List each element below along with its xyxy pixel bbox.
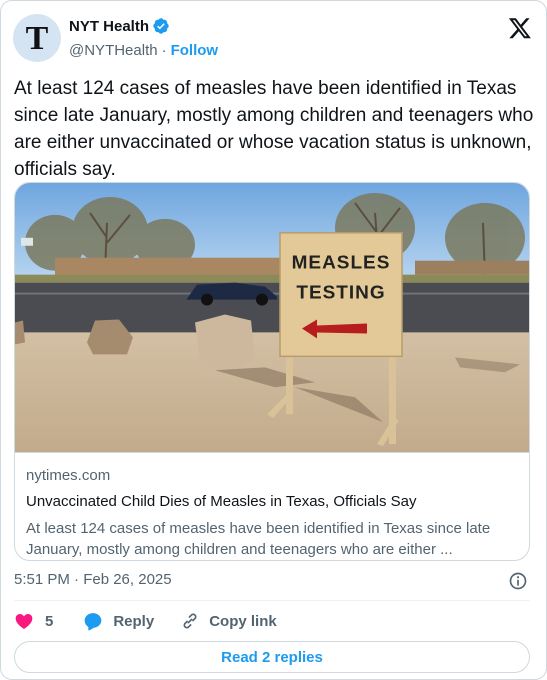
link-preview-card[interactable]: MEASLES TESTING nytimes.com Unvaccinated… [14, 182, 530, 561]
separator-dot: · [161, 41, 167, 59]
copy-link-label: Copy link [209, 612, 277, 630]
divider [14, 600, 530, 601]
tweet-header: T NYT Health @NYTHealth · Follow [13, 13, 534, 63]
speech-bubble-icon [85, 613, 102, 631]
verified-badge-icon [153, 18, 169, 34]
author-display-name[interactable]: NYT Health [69, 18, 149, 35]
heart-icon [15, 614, 33, 629]
timestamp-row: 5:51 PM · Feb 26, 2025 [14, 571, 530, 591]
link-title[interactable]: Unvaccinated Child Dies of Measles in Te… [26, 493, 520, 513]
link-description: At least 124 cases of measles have been … [26, 520, 491, 558]
author-handle[interactable]: @NYTHealth [69, 42, 158, 59]
x-logo-icon[interactable] [508, 16, 532, 40]
avatar-logo-letter: T [25, 20, 49, 57]
link-icon [183, 613, 197, 629]
link-preview-meta: nytimes.com Unvaccinated Child Dies of M… [26, 467, 520, 560]
author-info: NYT Health @NYTHealth · Follow [69, 16, 218, 61]
like-count: 5 [45, 612, 54, 630]
info-icon[interactable] [508, 571, 528, 591]
reply-button[interactable]: Reply [83, 611, 154, 631]
tweet-embed-card: T NYT Health @NYTHealth · Follow At leas… [0, 0, 547, 680]
tweet-text: At least 124 cases of measles have been … [14, 78, 534, 180]
reply-label: Reply [113, 612, 155, 630]
like-button[interactable]: 5 [14, 611, 53, 631]
sign-text-line1: MEASLES [292, 253, 391, 274]
article-photo[interactable]: MEASLES TESTING [15, 183, 530, 453]
sign-text-line2: TESTING [296, 283, 385, 304]
link-domain: nytimes.com [26, 467, 111, 484]
tweet-actions: 5 Reply Copy link [14, 609, 277, 633]
follow-button[interactable]: Follow [171, 42, 219, 59]
read-replies-button[interactable]: Read 2 replies [14, 641, 530, 673]
copy-link-button[interactable]: Copy link [180, 611, 277, 631]
avatar[interactable]: T [13, 14, 61, 62]
tweet-timestamp[interactable]: 5:51 PM · Feb 26, 2025 [14, 571, 172, 588]
